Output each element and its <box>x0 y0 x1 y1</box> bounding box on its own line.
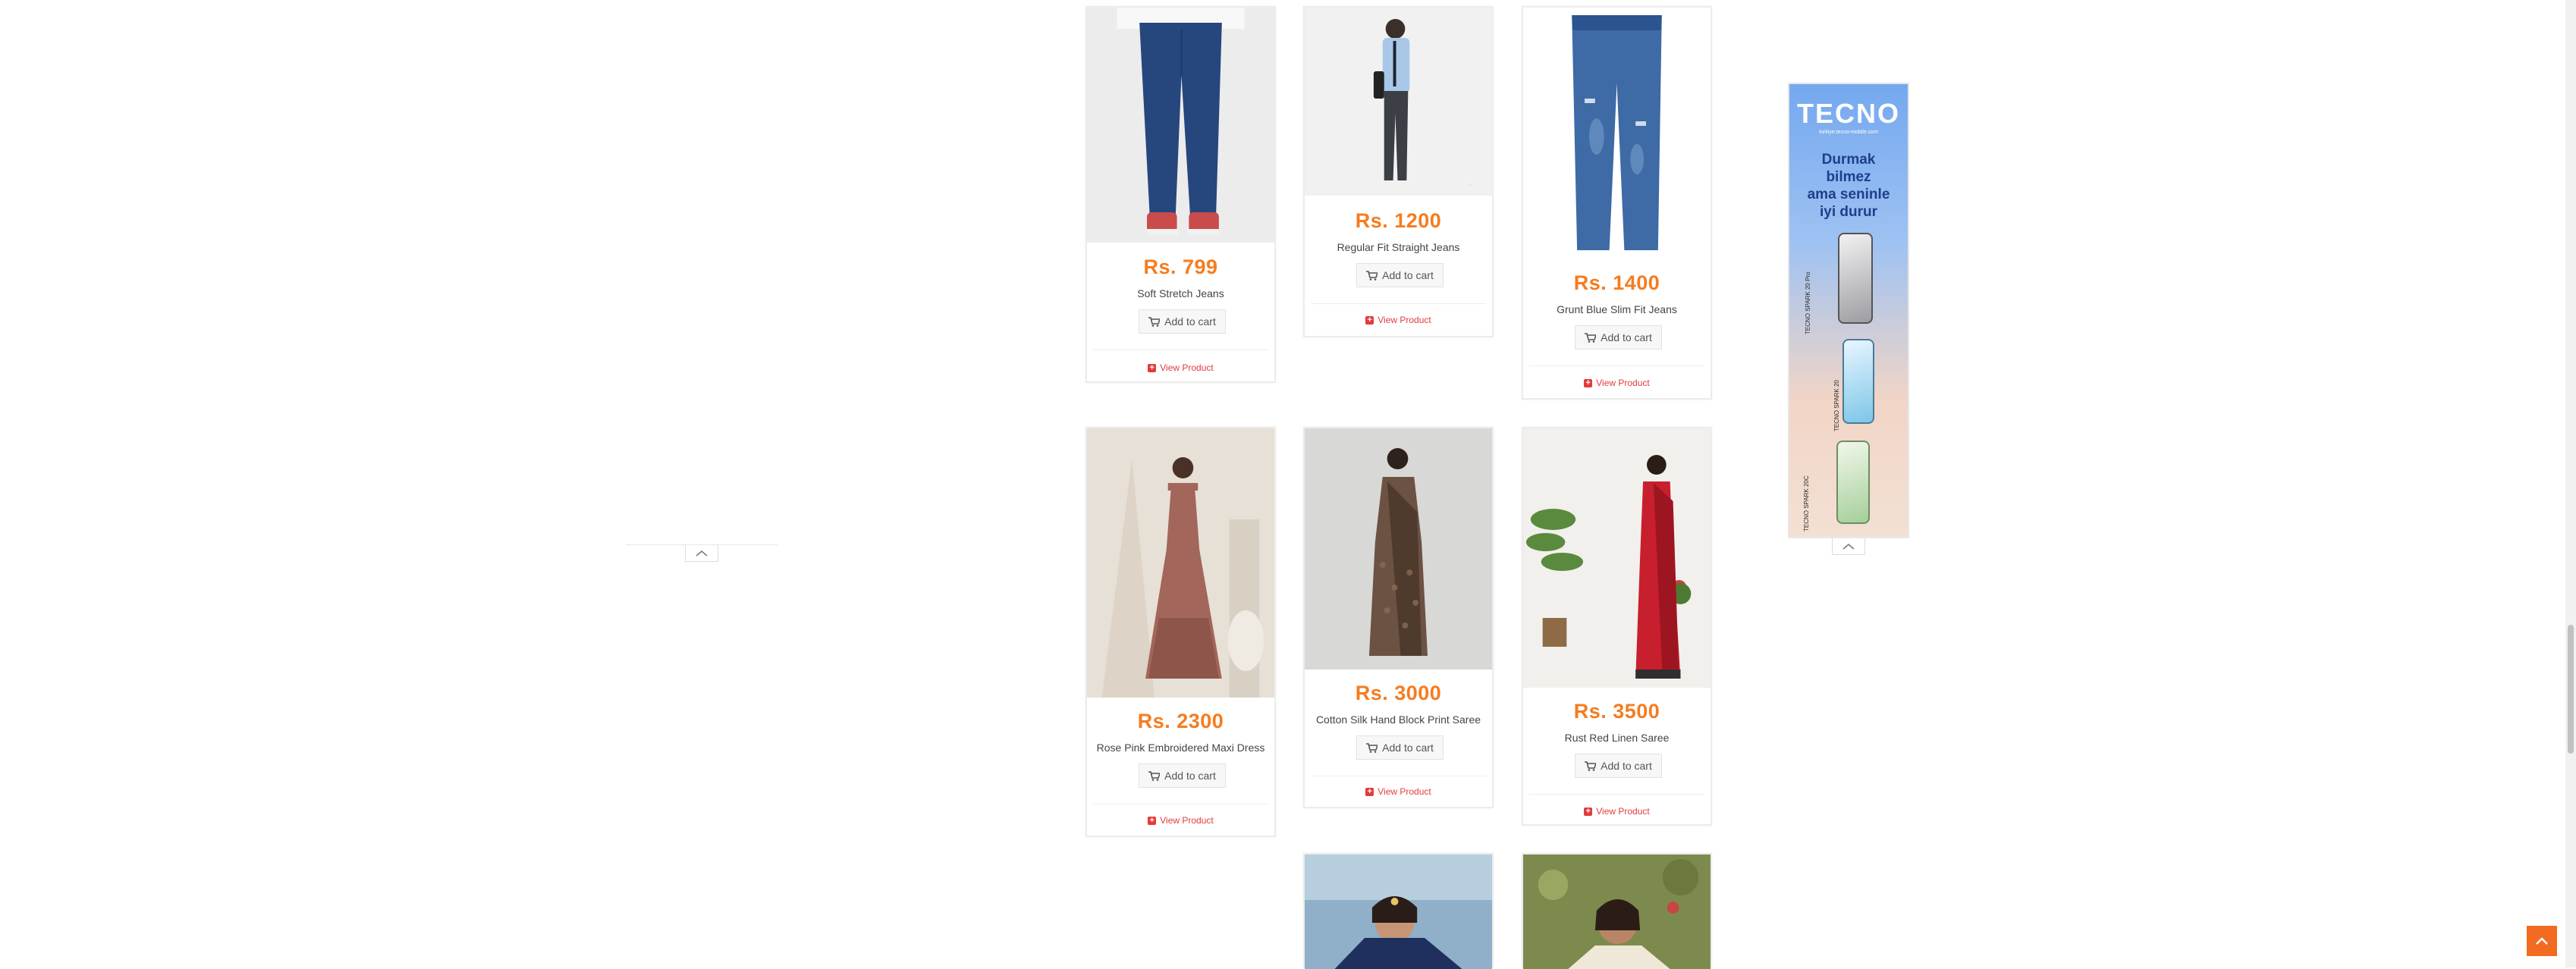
cart-icon <box>1148 316 1161 327</box>
ad-slogan-line: bilmez <box>1826 169 1871 185</box>
ad-slogan: Durmak bilmez ama seninle iyi durur <box>1789 151 1908 221</box>
product-image[interactable] <box>1523 855 1711 969</box>
cart-icon <box>1585 760 1597 771</box>
ad-slogan-line: ama seninle <box>1807 187 1890 202</box>
product-name[interactable]: Grunt Blue Slim Fit Jeans <box>1523 303 1711 315</box>
product-card: Rs. 2300 Rose Pink Embroidered Maxi Dres… <box>1085 427 1276 837</box>
product-card-partial <box>1522 853 1712 969</box>
product-card: Rs. 3500 Rust Red Linen Saree Add to car… <box>1522 427 1712 826</box>
view-product-label: View Product <box>1160 362 1214 373</box>
product-image[interactable] <box>1087 8 1274 243</box>
scrollbar-thumb[interactable] <box>2568 625 2574 754</box>
view-product-link[interactable]: + View Product <box>1523 806 1711 817</box>
product-card: Rs. 1400 Grunt Blue Slim Fit Jeans Add t… <box>1522 6 1712 400</box>
ad-slogan-line: Durmak <box>1821 152 1876 168</box>
plus-square-icon: + <box>1584 378 1593 387</box>
ad-url: turkiye.tecno-mobile.com <box>1819 130 1878 135</box>
product-price: Rs. 3500 <box>1573 700 1660 723</box>
view-product-label: View Product <box>1596 378 1650 388</box>
ad-phone-image <box>1842 339 1874 424</box>
add-to-cart-label: Add to cart <box>1601 331 1652 343</box>
view-product-label: View Product <box>1160 815 1214 826</box>
chevron-up-icon <box>2536 937 2548 945</box>
add-to-cart-button[interactable]: Add to cart <box>1356 263 1444 287</box>
product-price: Rs. 799 <box>1143 256 1218 278</box>
product-name[interactable]: Rust Red Linen Saree <box>1523 732 1711 744</box>
page-scrollbar[interactable] <box>2565 0 2576 967</box>
product-image[interactable] <box>1523 8 1711 258</box>
product-name[interactable]: Regular Fit Straight Jeans <box>1305 241 1492 253</box>
plus-square-icon: + <box>1148 816 1157 825</box>
product-card: Rs. 799 Soft Stretch Jeans Add to cart +… <box>1085 6 1276 383</box>
plus-square-icon: + <box>1584 807 1593 816</box>
add-to-cart-button[interactable]: Add to cart <box>1575 325 1662 350</box>
product-image[interactable] <box>1305 855 1492 969</box>
ad-phone-image <box>1838 233 1873 324</box>
product-name[interactable]: Soft Stretch Jeans <box>1087 287 1274 299</box>
cart-icon <box>1366 270 1378 281</box>
add-to-cart-button[interactable]: Add to cart <box>1356 735 1444 760</box>
ad-phone-image <box>1836 441 1870 524</box>
cart-icon <box>1148 770 1161 781</box>
add-to-cart-label: Add to cart <box>1382 269 1434 281</box>
cart-icon <box>1585 332 1597 343</box>
add-to-cart-label: Add to cart <box>1382 742 1434 754</box>
card-divider <box>1311 303 1486 304</box>
add-to-cart-button[interactable]: Add to cart <box>1139 309 1226 334</box>
add-to-cart-button[interactable]: Add to cart <box>1575 754 1662 778</box>
plus-square-icon: + <box>1148 363 1157 372</box>
cart-icon <box>1366 742 1378 753</box>
ad-brand-logo: TECNO <box>1797 98 1900 129</box>
view-product-link[interactable]: + View Product <box>1523 378 1711 388</box>
advertisement-banner[interactable]: TECNO turkiye.tecno-mobile.com Durmak bi… <box>1788 83 1909 538</box>
ad-phone-label: TECNO SPARK 20C <box>1803 475 1810 532</box>
product-name[interactable]: Cotton Silk Hand Block Print Saree <box>1305 713 1492 726</box>
scroll-to-top-button[interactable] <box>2527 926 2557 956</box>
view-product-label: View Product <box>1378 315 1431 325</box>
product-image[interactable] <box>1305 428 1492 670</box>
ad-phone-label: TECNO SPARK 20 Pro <box>1805 271 1811 334</box>
view-product-link[interactable]: + View Product <box>1087 815 1274 826</box>
product-name[interactable]: Rose Pink Embroidered Maxi Dress <box>1087 742 1274 754</box>
view-product-link[interactable]: + View Product <box>1305 786 1492 797</box>
add-to-cart-button[interactable]: Add to cart <box>1139 764 1226 788</box>
plus-square-icon: + <box>1365 787 1374 796</box>
right-ad-collapse-button[interactable] <box>1832 538 1865 555</box>
view-product-label: View Product <box>1378 786 1431 797</box>
product-price: Rs. 1200 <box>1355 209 1442 232</box>
view-product-label: View Product <box>1596 806 1650 817</box>
product-image[interactable]: . <box>1305 8 1492 196</box>
ad-phone-label: TECNO SPARK 20 <box>1833 380 1840 431</box>
product-price: Rs. 2300 <box>1137 710 1224 732</box>
chevron-up-icon <box>1842 543 1855 550</box>
view-product-link[interactable]: + View Product <box>1305 315 1492 325</box>
card-divider <box>1529 365 1704 366</box>
add-to-cart-label: Add to cart <box>1164 770 1216 782</box>
add-to-cart-label: Add to cart <box>1601 760 1652 772</box>
card-divider <box>1529 794 1704 795</box>
chevron-up-icon <box>696 550 708 557</box>
product-price: Rs. 3000 <box>1355 682 1442 704</box>
product-image[interactable] <box>1523 428 1711 688</box>
product-image[interactable] <box>1087 428 1274 698</box>
product-card: . Rs. 1200 Regular Fit Straight Jeans Ad… <box>1303 6 1494 337</box>
product-card: Rs. 3000 Cotton Silk Hand Block Print Sa… <box>1303 427 1494 808</box>
ad-slogan-line: iyi durur <box>1819 204 1877 220</box>
plus-square-icon: + <box>1365 315 1374 325</box>
svg-text:.: . <box>1469 181 1471 187</box>
left-ad-collapse-button[interactable] <box>685 545 718 562</box>
product-price: Rs. 1400 <box>1573 271 1660 294</box>
add-to-cart-label: Add to cart <box>1164 315 1216 328</box>
view-product-link[interactable]: + View Product <box>1087 362 1274 373</box>
product-card-partial <box>1303 853 1494 969</box>
